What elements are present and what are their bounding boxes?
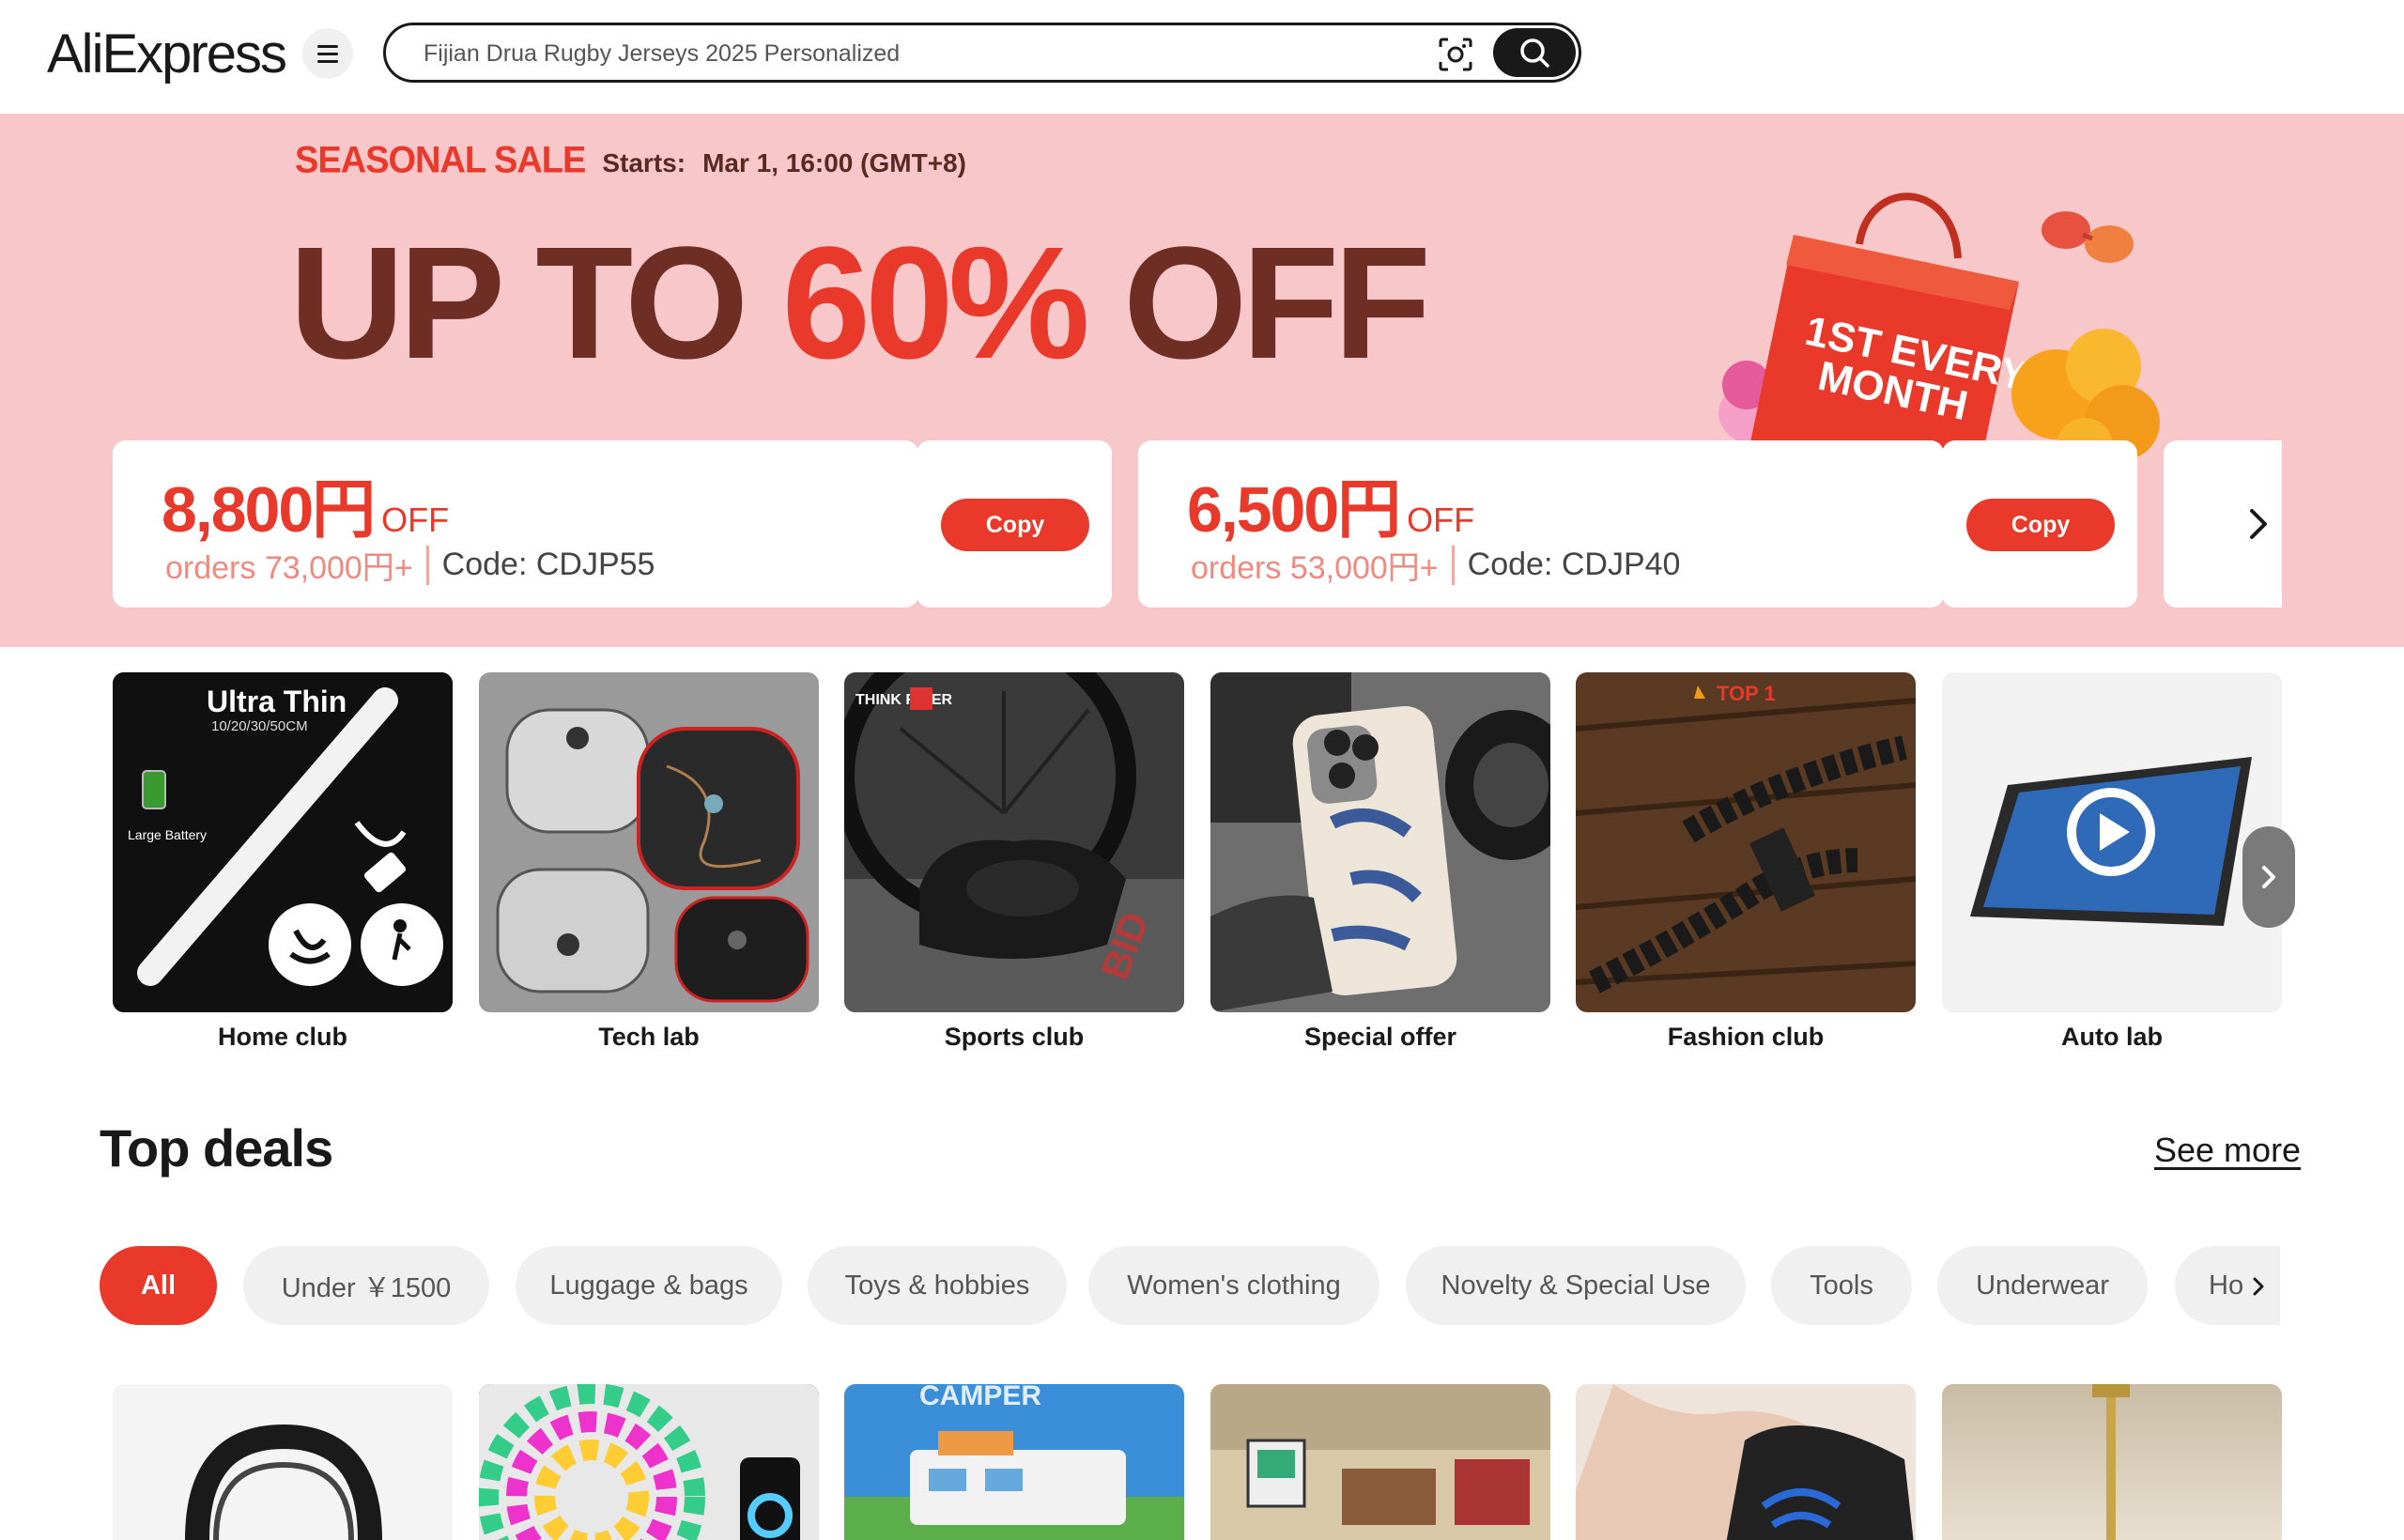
menu-button[interactable]: [302, 28, 353, 79]
chip-under-1500[interactable]: Under ￥1500: [243, 1246, 489, 1325]
divider: [1451, 545, 1455, 585]
coupon-min-order: orders 73,000円+: [165, 550, 413, 586]
coupon-copy-panel: Copy: [1942, 440, 2137, 608]
coupon-card: 8,800円 OFF orders 73,000円+ Code: CDJP55: [113, 440, 918, 608]
sale-start-row: SEASONAL SALE Starts: Mar 1, 16:00 (GMT+…: [295, 139, 966, 182]
club-card-sports[interactable]: BID THINK RIDER Sports club: [844, 672, 1184, 1054]
club-image-brand: THINK RIDER: [855, 692, 953, 708]
club-card-home[interactable]: Ultra Thin 10/20/30/50CM Large Battery H…: [113, 672, 453, 1054]
search-button[interactable]: [1493, 28, 1576, 77]
chip-novelty-special-use[interactable]: Novelty & Special Use: [1406, 1246, 1746, 1325]
svg-text:CAMPER: CAMPER: [919, 1384, 1041, 1411]
shopping-bag-illustration: 1ST EVERY MONTH: [1718, 192, 2160, 460]
coupon-copy-panel: Copy: [917, 440, 1112, 608]
image-search-icon[interactable]: [1438, 37, 1473, 72]
chip-toys-hobbies[interactable]: Toys & hobbies: [808, 1246, 1067, 1325]
headline-percent: 60%: [781, 214, 1090, 393]
see-more-link[interactable]: See more: [2154, 1131, 2301, 1170]
club-image-badge: TOP 1: [1717, 682, 1776, 705]
logo-text: AliExpress: [47, 23, 287, 85]
coupon-next-button[interactable]: [2235, 488, 2282, 560]
chip-all[interactable]: All: [100, 1246, 217, 1325]
coupon-code: Code: CDJP55: [441, 547, 655, 582]
sale-headline: UP TO 60% OFF: [289, 223, 1431, 383]
club-label: Tech lab: [598, 1023, 700, 1051]
coupon-condition: orders 53,000円+ Code: CDJP40: [1191, 542, 1680, 588]
search-bar: [383, 23, 1581, 83]
product-card[interactable]: [1942, 1384, 2282, 1540]
club-label: Auto lab: [2061, 1023, 2163, 1051]
club-image: TOP 1: [1576, 672, 1916, 1012]
club-card-fashion[interactable]: TOP 1 Fashion club: [1576, 672, 1916, 1054]
coupon-off-label: OFF: [381, 500, 450, 539]
coupon-amount: 8,800円 OFF: [162, 474, 450, 546]
sale-starts-label: Starts:: [602, 148, 686, 177]
club-label: Home club: [217, 1023, 348, 1051]
top-deals-title: Top deals: [100, 1118, 333, 1178]
chevron-right-icon: [2262, 866, 2275, 888]
club-image: Ultra Thin 10/20/30/50CM Large Battery: [113, 672, 453, 1012]
club-image: [1942, 672, 2282, 1012]
club-image: [479, 672, 819, 1012]
club-image-title: Ultra Thin: [207, 685, 347, 718]
clubs-next-button[interactable]: [2242, 826, 2295, 928]
club-image: BID THINK RIDER: [844, 672, 1184, 1012]
top-header: AliExpress: [0, 0, 2404, 114]
club-card-auto[interactable]: Auto lab: [1942, 672, 2282, 1054]
copy-code-button[interactable]: Copy: [1966, 499, 2115, 551]
club-image: [1210, 672, 1550, 1012]
category-chip-bar: All Under ￥1500 Luggage & bags Toys & ho…: [100, 1246, 2280, 1325]
chevron-right-icon: [2253, 1277, 2264, 1296]
product-image-headphones: [185, 1424, 382, 1540]
divider: [425, 545, 429, 585]
coupon-card: 6,500円 OFF orders 53,000円+ Code: CDJP40: [1138, 440, 1944, 608]
sale-starts-value: Mar 1, 16:00 (GMT+8): [702, 148, 966, 177]
coupon-off-label: OFF: [1407, 500, 1475, 539]
product-image-lamp: [1942, 1384, 2282, 1540]
chip-underwear[interactable]: Underwear: [1937, 1246, 2148, 1325]
product-card[interactable]: [479, 1384, 819, 1540]
club-image-note: Large Battery: [128, 827, 207, 842]
product-card[interactable]: CAMPER: [844, 1384, 1184, 1540]
product-image-led-strip: [479, 1384, 819, 1540]
search-icon: [1520, 38, 1549, 68]
coupon-amount: 6,500円 OFF: [1187, 474, 1475, 546]
sale-tag: SEASONAL SALE: [295, 139, 586, 182]
club-label: Fashion club: [1667, 1023, 1825, 1051]
club-card-special-offer[interactable]: Special offer: [1210, 672, 1550, 1054]
club-card-tech[interactable]: Tech lab: [479, 672, 819, 1054]
chip-luggage-bags[interactable]: Luggage & bags: [516, 1246, 782, 1325]
club-label: Special offer: [1303, 1023, 1457, 1051]
chip-womens-clothing[interactable]: Women's clothing: [1088, 1246, 1379, 1325]
club-image-subtitle: 10/20/30/50CM: [211, 718, 308, 734]
product-image-camper-toy: CAMPER: [844, 1384, 1184, 1540]
coupon-min-order: orders 53,000円+: [1191, 550, 1439, 586]
club-label: Sports club: [944, 1023, 1085, 1051]
hamburger-icon: [317, 44, 338, 48]
coupon-condition: orders 73,000円+ Code: CDJP55: [165, 542, 655, 588]
product-image-wireless-charger: [1576, 1384, 1916, 1540]
chips-next-button[interactable]: [2235, 1263, 2282, 1310]
coupon-code: Code: CDJP40: [1467, 547, 1681, 582]
product-image-miniature-room: [1210, 1384, 1550, 1540]
aliexpress-logo[interactable]: AliExpress: [47, 21, 287, 86]
headline-post: OFF: [1084, 214, 1431, 393]
product-card[interactable]: [1210, 1384, 1550, 1540]
headline-pre: UP TO: [289, 214, 782, 393]
search-input[interactable]: [424, 37, 1363, 70]
product-card[interactable]: [113, 1384, 453, 1540]
product-card[interactable]: [1576, 1384, 1916, 1540]
chevron-right-icon: [2250, 509, 2267, 539]
copy-code-button[interactable]: Copy: [941, 499, 1089, 551]
chip-tools[interactable]: Tools: [1771, 1246, 1912, 1325]
